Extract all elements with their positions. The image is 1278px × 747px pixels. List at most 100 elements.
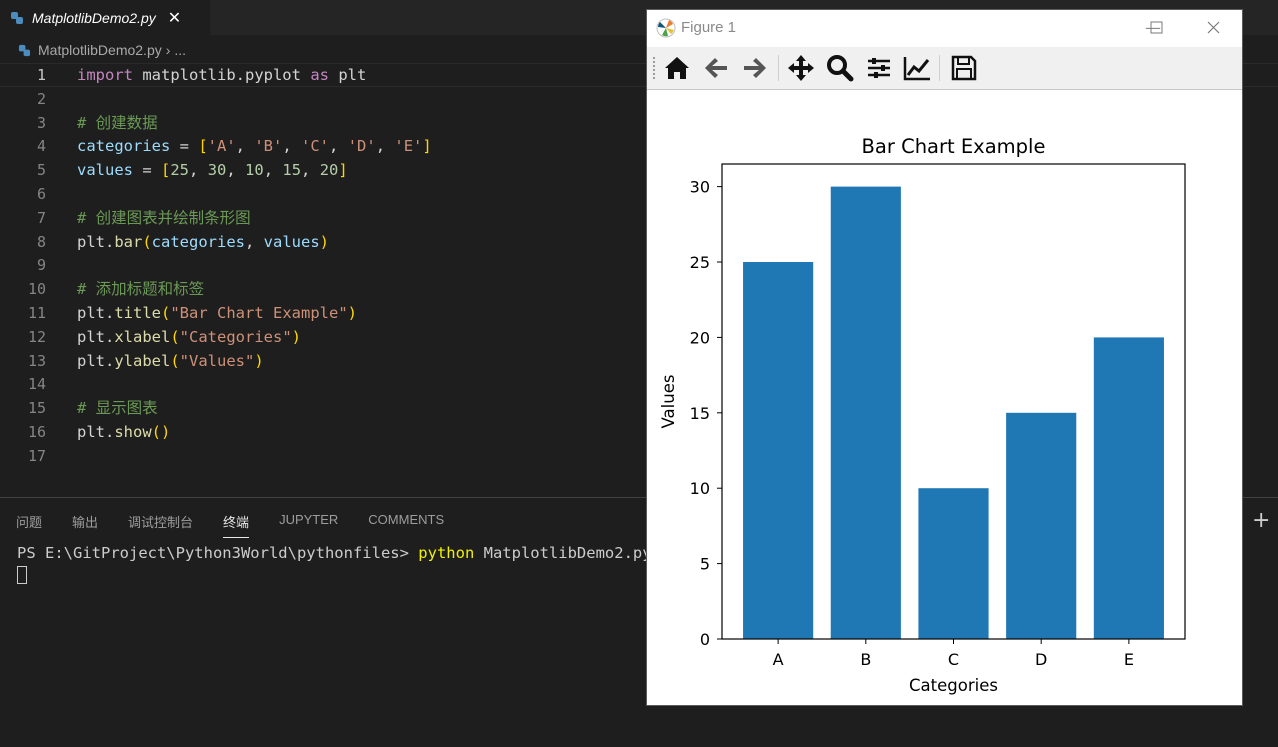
breadcrumb: MatplotlibDemo2.py › ... (0, 38, 186, 62)
close-tab-icon[interactable]: ✕ (168, 8, 181, 27)
code-text: # 创建数据 (77, 111, 158, 135)
new-terminal-plus-icon[interactable]: + (1252, 508, 1270, 533)
panel-tab[interactable]: JUPYTER (279, 512, 338, 538)
code-text: plt.title("Bar Chart Example") (77, 301, 357, 325)
code-token: 'C' (301, 137, 330, 156)
panel-tabs: 问题 输出 调试控制台 终端 JUPYTER COMMENTS (16, 512, 474, 538)
y-tick-label: 15 (690, 404, 710, 423)
panel-tab[interactable]: 输出 (72, 512, 98, 538)
terminal-prompt: PS E:\GitProject\Python3World\pythonfile… (17, 544, 419, 562)
edit-axis-icon[interactable] (902, 53, 932, 83)
code-token: plt. (77, 351, 115, 370)
panel-tab[interactable]: 调试控制台 (128, 512, 193, 538)
maximize-icon[interactable] (1138, 14, 1174, 42)
code-token: , (263, 161, 283, 180)
code-text: # 添加标题和标签 (77, 277, 204, 301)
python-file-icon (18, 44, 31, 56)
toolbar-grip[interactable] (653, 57, 655, 79)
code-token: 15 (282, 161, 302, 180)
bar-A (743, 262, 814, 639)
line-number: 17 (27, 446, 46, 465)
x-tick-label: C (948, 650, 959, 669)
code-token: plt. (77, 423, 115, 441)
line-number: 3 (36, 113, 46, 132)
code-token: 25 (170, 161, 190, 180)
figure-window: Figure 1 — A B C D E 0 5 10 15 20 25 30 … (646, 9, 1243, 706)
code-token: , (301, 161, 320, 180)
code-token: ) (347, 304, 357, 322)
panel-tab[interactable]: 终端 (223, 512, 250, 538)
code-token: 30 (207, 161, 227, 180)
code-text: plt.show() (77, 420, 170, 444)
code-token: values (263, 232, 320, 251)
code-token: plt. (77, 232, 115, 251)
code-token: [ (161, 161, 171, 180)
zoom-icon[interactable] (825, 53, 855, 83)
code-token: as (310, 66, 329, 84)
code-token: 20 (319, 161, 339, 180)
terminal-args: MatplotlibDemo2.py (474, 544, 652, 562)
save-icon[interactable] (949, 53, 979, 83)
code-token: ) (291, 327, 301, 346)
code-token: , (245, 232, 264, 251)
code-token: ( (161, 304, 171, 322)
code-text: plt.ylabel("Values") (77, 349, 264, 373)
line-number: 8 (36, 232, 46, 251)
panel-tab[interactable]: 问题 (16, 512, 42, 538)
forward-arrow-icon[interactable] (740, 53, 770, 83)
y-tick-label: 0 (700, 630, 710, 649)
code-text: # 创建图表并绘制条形图 (77, 206, 251, 230)
code-token: , (329, 137, 348, 156)
figure-toolbar (647, 47, 1242, 90)
code-text: categories = ['A', 'B', 'C', 'D', 'E'] (77, 134, 432, 158)
terminal-cursor (17, 566, 27, 584)
home-icon[interactable] (662, 53, 692, 83)
code-token: show (114, 423, 152, 441)
code-token: # 创建图表并绘制条形图 (77, 208, 251, 227)
code-token: ( (170, 327, 180, 346)
code-token: plt (328, 66, 367, 84)
line-number: 15 (27, 399, 46, 418)
y-axis-label: Values (659, 375, 678, 429)
back-arrow-icon[interactable] (701, 53, 731, 83)
chart-title: Bar Chart Example (862, 135, 1046, 158)
figure-titlebar[interactable]: Figure 1 — (647, 10, 1242, 47)
line-number: 4 (36, 137, 46, 156)
terminal-line[interactable]: PS E:\GitProject\Python3World\pythonfile… (17, 544, 652, 562)
breadcrumb-symbols[interactable]: ... (174, 42, 186, 58)
code-token: "Values" (179, 351, 255, 370)
code-token: ] (422, 137, 432, 156)
code-token: = (170, 137, 199, 156)
x-tick-label: D (1035, 650, 1047, 669)
panel-tab[interactable]: COMMENTS (368, 512, 444, 538)
y-tick-label: 30 (690, 178, 710, 197)
code-token: ] (338, 161, 348, 180)
line-number: 2 (36, 89, 46, 108)
code-token: ( (142, 232, 152, 251)
code-token: 10 (245, 161, 264, 180)
breadcrumb-file[interactable]: MatplotlibDemo2.py (38, 42, 162, 58)
code-token: # 显示图表 (77, 399, 158, 418)
code-token: 'A' (207, 137, 236, 156)
close-window-icon[interactable] (1196, 14, 1232, 42)
line-number: 1 (36, 66, 46, 84)
pan-icon[interactable] (786, 53, 816, 83)
code-token: ylabel (114, 351, 171, 370)
line-number: 9 (36, 256, 46, 275)
code-token: 'D' (347, 137, 376, 156)
code-token: ( (170, 351, 180, 370)
code-token: matplotlib.pyplot (133, 66, 311, 84)
code-token: # 创建数据 (77, 113, 158, 132)
x-tick-label: E (1124, 650, 1134, 669)
code-token: bar (114, 232, 143, 251)
line-number: 14 (27, 375, 46, 394)
code-token: title (114, 304, 161, 322)
y-tick-label: 5 (700, 555, 710, 574)
y-tick-label: 25 (690, 253, 710, 272)
y-tick-label: 20 (690, 328, 710, 347)
code-token: plt. (77, 304, 115, 322)
toolbar-separator (939, 55, 940, 81)
code-token: xlabel (114, 327, 171, 346)
configure-subplots-icon[interactable] (864, 53, 894, 83)
editor-tab[interactable]: MatplotlibDemo2.py ✕ (0, 0, 210, 35)
